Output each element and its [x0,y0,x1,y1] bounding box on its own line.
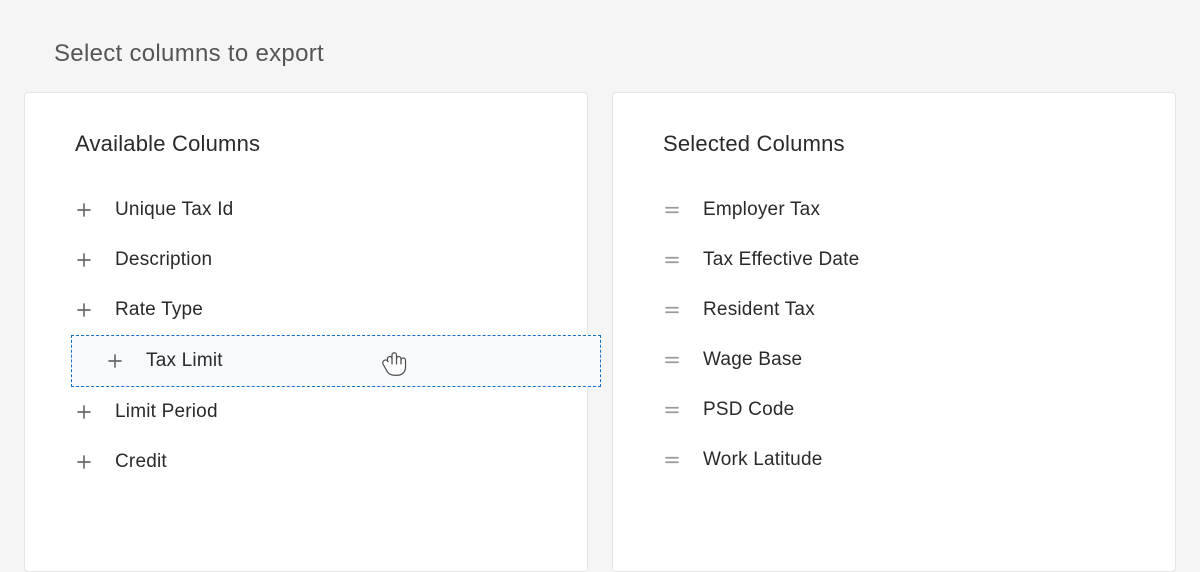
plus-icon[interactable] [106,352,124,370]
available-column-item[interactable]: Unique Tax Id [41,185,571,235]
column-label: Tax Effective Date [703,249,859,271]
selected-column-item[interactable]: Resident Tax [629,285,1159,335]
column-label: Unique Tax Id [115,199,233,221]
selected-columns-panel: Selected Columns Employer Tax Tax Effecti… [612,92,1176,572]
page-title: Select columns to export [0,0,1200,92]
column-label: Tax Limit [146,350,223,372]
available-column-item[interactable]: Rate Type [41,285,571,335]
column-label: Credit [115,451,167,473]
column-label: Rate Type [115,299,203,321]
plus-icon[interactable] [75,301,93,319]
available-columns-heading: Available Columns [75,131,571,157]
available-columns-list: Unique Tax Id Description Rate Type Tax Lim… [41,185,571,487]
available-column-item[interactable]: Description [41,235,571,285]
column-label: Wage Base [703,349,802,371]
selected-column-item[interactable]: PSD Code [629,385,1159,435]
available-column-item[interactable]: Tax Limit [71,335,601,387]
drag-handle-icon[interactable] [663,201,681,219]
selected-column-item[interactable]: Employer Tax [629,185,1159,235]
selected-column-item[interactable]: Tax Effective Date [629,235,1159,285]
available-column-item[interactable]: Limit Period [41,387,571,437]
column-label: PSD Code [703,399,794,421]
grab-cursor-icon [377,343,413,379]
plus-icon[interactable] [75,403,93,421]
column-label: Work Latitude [703,449,822,471]
selected-columns-list: Employer Tax Tax Effective Date Resident T… [629,185,1159,485]
selected-column-item[interactable]: Wage Base [629,335,1159,385]
plus-icon[interactable] [75,251,93,269]
column-label: Employer Tax [703,199,820,221]
panels-container: Available Columns Unique Tax Id Descripti… [0,92,1200,572]
selected-column-item[interactable]: Work Latitude [629,435,1159,485]
column-label: Limit Period [115,401,218,423]
drag-handle-icon[interactable] [663,401,681,419]
drag-handle-icon[interactable] [663,451,681,469]
drag-handle-icon[interactable] [663,251,681,269]
column-label: Resident Tax [703,299,815,321]
column-label: Description [115,249,212,271]
plus-icon[interactable] [75,453,93,471]
available-columns-panel: Available Columns Unique Tax Id Descripti… [24,92,588,572]
available-column-item[interactable]: Credit [41,437,571,487]
selected-columns-heading: Selected Columns [663,131,1159,157]
drag-handle-icon[interactable] [663,301,681,319]
drag-handle-icon[interactable] [663,351,681,369]
plus-icon[interactable] [75,201,93,219]
